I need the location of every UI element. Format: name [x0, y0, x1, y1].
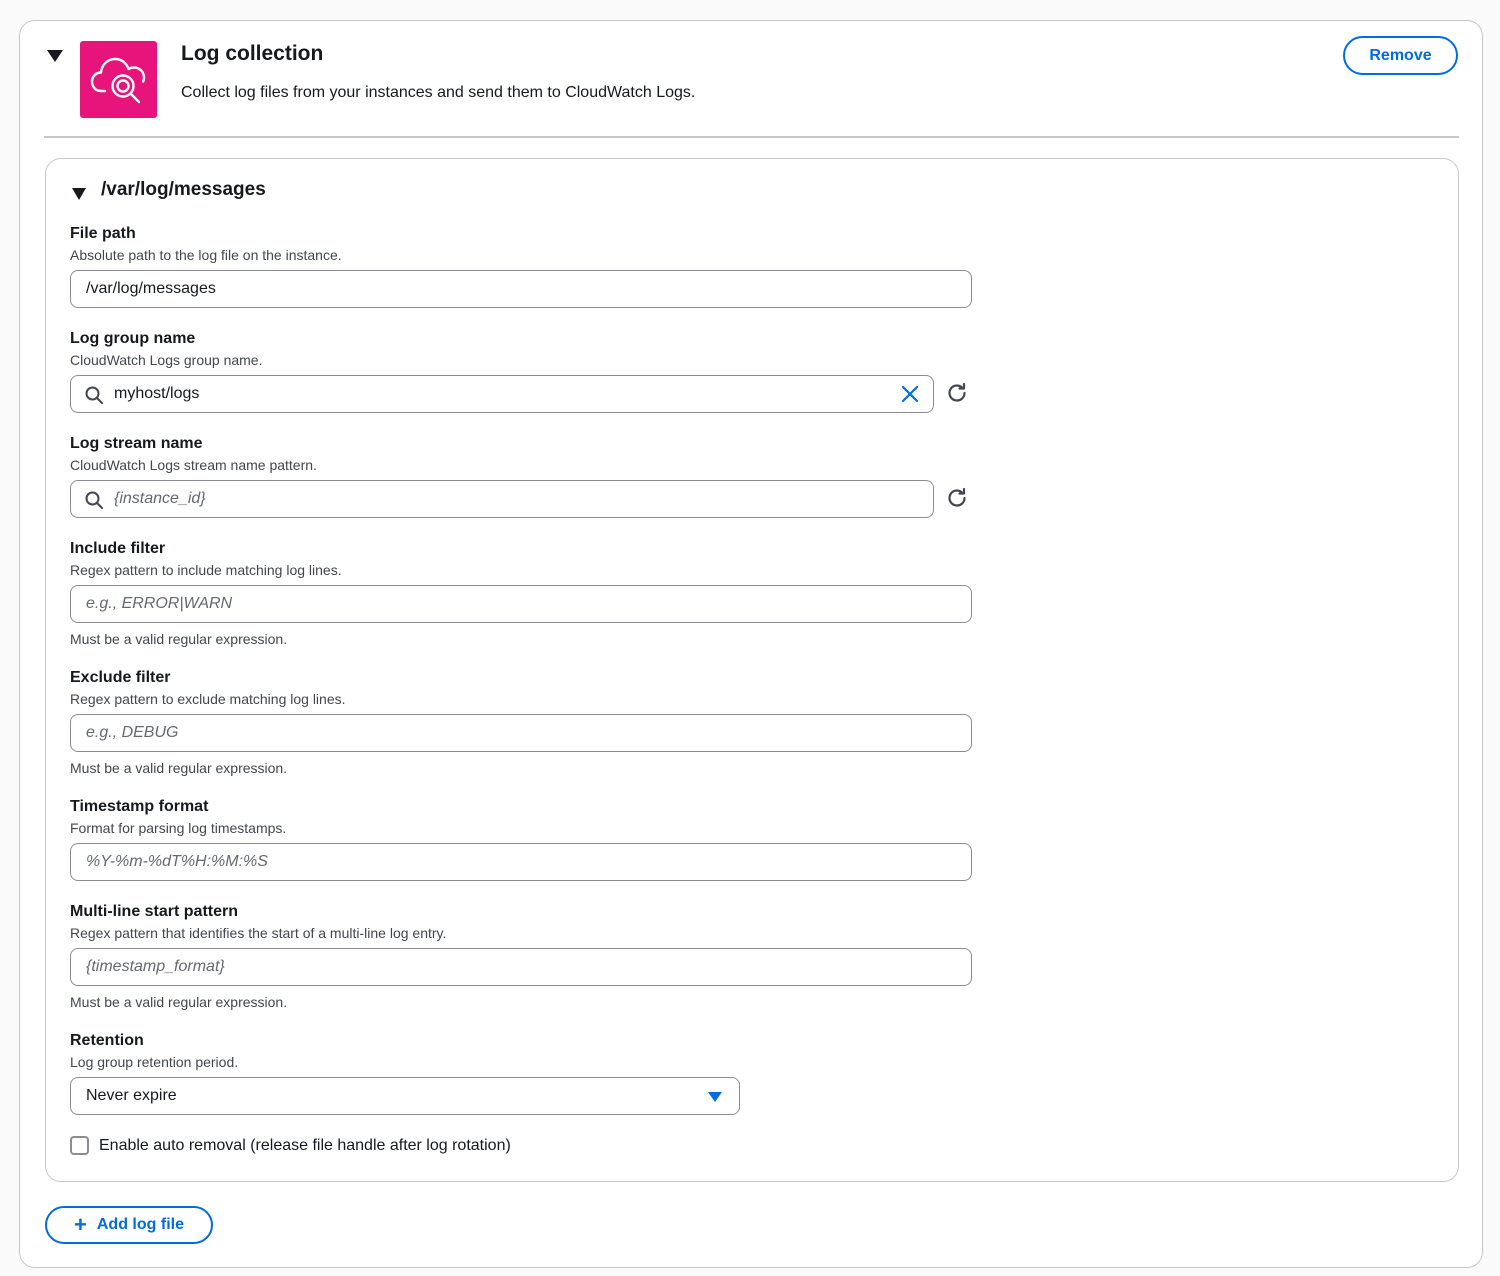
- input-placeholder: {timestamp_format}: [86, 958, 225, 975]
- field-label: Log group name: [70, 330, 196, 347]
- section-description: Collect log files from your instances an…: [181, 84, 696, 101]
- field-label: File path: [70, 225, 136, 242]
- log-file-panel: /var/log/messages File path Absolute pat…: [45, 158, 1459, 1182]
- log-file-title[interactable]: /var/log/messages: [101, 179, 266, 201]
- input-value: myhost/logs: [114, 385, 200, 402]
- field-description: CloudWatch Logs stream name pattern.: [70, 457, 317, 473]
- select-value: Never expire: [86, 1087, 177, 1104]
- caret-down-icon[interactable]: [71, 187, 87, 201]
- section-title: Log collection: [181, 42, 324, 65]
- timestamp-format-field: Timestamp format Format for parsing log …: [70, 797, 972, 881]
- input-value: /var/log/messages: [86, 280, 216, 297]
- log-stream-field: Log stream name CloudWatch Logs stream n…: [70, 434, 972, 518]
- clear-icon[interactable]: [901, 385, 919, 403]
- log-stream-input[interactable]: {instance_id}: [70, 480, 934, 518]
- cloud-search-icon: [80, 41, 157, 118]
- caret-down-icon: [708, 1092, 722, 1102]
- auto-removal-option: Enable auto removal (release file handle…: [70, 1136, 511, 1155]
- retention-field: Retention Log group retention period. Ne…: [70, 1031, 972, 1115]
- field-help-text: Must be a valid regular expression.: [70, 994, 288, 1010]
- field-description: Format for parsing log timestamps.: [70, 820, 287, 836]
- timestamp-format-input[interactable]: %Y-%m-%dT%H:%M:%S: [70, 843, 972, 881]
- button-label: Add log file: [96, 1216, 184, 1233]
- file-path-input[interactable]: /var/log/messages: [70, 270, 972, 308]
- remove-button[interactable]: Remove: [1343, 36, 1458, 75]
- field-label: Retention: [70, 1032, 144, 1049]
- exclude-filter-field: Exclude filter Regex pattern to exclude …: [70, 668, 972, 777]
- divider: [44, 136, 1459, 138]
- field-label: Timestamp format: [70, 798, 209, 815]
- include-filter-field: Include filter Regex pattern to include …: [70, 539, 972, 648]
- field-description: Regex pattern to exclude matching log li…: [70, 691, 346, 707]
- field-help-text: Must be a valid regular expression.: [70, 760, 288, 776]
- log-group-input[interactable]: myhost/logs: [70, 375, 934, 413]
- field-help-text: Must be a valid regular expression.: [70, 631, 288, 647]
- input-placeholder: {instance_id}: [114, 490, 206, 507]
- multiline-pattern-input[interactable]: {timestamp_format}: [70, 948, 972, 986]
- field-description: Absolute path to the log file on the ins…: [70, 247, 342, 263]
- plus-icon: +: [74, 1212, 87, 1237]
- field-description: Regex pattern to include matching log li…: [70, 562, 342, 578]
- exclude-filter-input[interactable]: e.g., DEBUG: [70, 714, 972, 752]
- input-placeholder: e.g., ERROR|WARN: [86, 595, 233, 612]
- multiline-pattern-field: Multi-line start pattern Regex pattern t…: [70, 902, 972, 1011]
- auto-removal-checkbox[interactable]: [70, 1136, 89, 1155]
- search-icon: [85, 491, 103, 509]
- field-label: Log stream name: [70, 435, 203, 452]
- caret-down-icon[interactable]: [46, 48, 64, 64]
- field-description: Regex pattern that identifies the start …: [70, 925, 447, 941]
- include-filter-input[interactable]: e.g., ERROR|WARN: [70, 585, 972, 623]
- add-log-file-button[interactable]: + Add log file: [45, 1206, 213, 1244]
- field-label: Include filter: [70, 540, 166, 557]
- log-group-field: Log group name CloudWatch Logs group nam…: [70, 329, 972, 413]
- input-placeholder: %Y-%m-%dT%H:%M:%S: [86, 853, 268, 870]
- input-placeholder: e.g., DEBUG: [86, 724, 179, 741]
- field-description: Log group retention period.: [70, 1054, 239, 1070]
- refresh-icon[interactable]: [946, 487, 968, 509]
- field-label: Exclude filter: [70, 669, 171, 686]
- field-label: Multi-line start pattern: [70, 903, 239, 920]
- checkbox-label[interactable]: Enable auto removal (release file handle…: [99, 1137, 511, 1155]
- retention-select[interactable]: Never expire: [70, 1077, 740, 1115]
- file-path-field: File path Absolute path to the log file …: [70, 224, 972, 308]
- search-icon: [85, 386, 103, 404]
- refresh-icon[interactable]: [946, 382, 968, 404]
- field-description: CloudWatch Logs group name.: [70, 352, 263, 368]
- log-collection-card: Log collection Collect log files from yo…: [19, 20, 1483, 1268]
